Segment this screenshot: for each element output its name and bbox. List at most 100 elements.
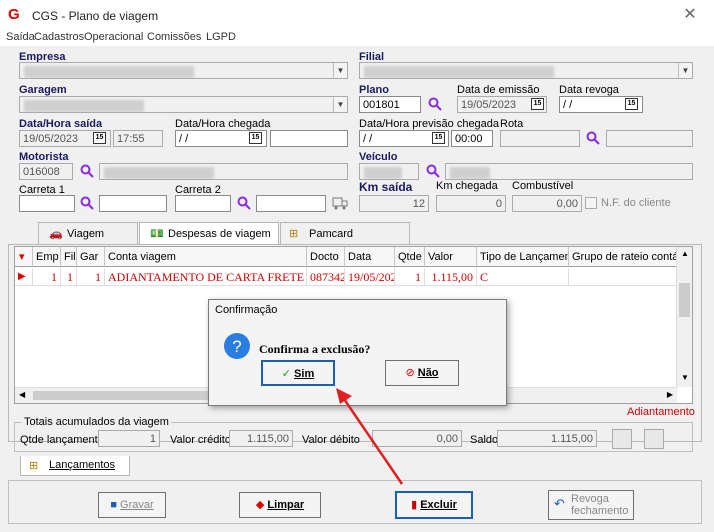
motorista-name-field[interactable]: [99, 163, 348, 180]
search-carreta1-icon[interactable]: [80, 196, 94, 210]
chevron-down-icon[interactable]: ▼: [333, 63, 347, 78]
km-chegada-field[interactable]: 0: [436, 195, 506, 212]
print-icon[interactable]: [612, 429, 632, 449]
table-cell[interactable]: C: [477, 268, 569, 286]
calendar-icon[interactable]: 15: [93, 132, 106, 144]
combustivel-field[interactable]: 0,00: [512, 195, 582, 212]
tab-viagem-label: Viagem: [67, 228, 105, 240]
km-saida-label: Km saída: [359, 180, 413, 194]
plano-field[interactable]: 001801: [359, 96, 421, 113]
scroll-up-icon[interactable]: ▲: [681, 249, 689, 258]
veiculo-desc-field[interactable]: [445, 163, 693, 180]
tab-viagem[interactable]: 🚗 Viagem: [38, 222, 138, 244]
calendar-icon[interactable]: 15: [531, 98, 544, 110]
hora-saida-field[interactable]: 17:55: [113, 130, 163, 147]
menu-cadastros[interactable]: Cadastros: [34, 31, 84, 43]
question-icon: ?: [224, 333, 250, 359]
hora-chegada-field[interactable]: [270, 130, 348, 147]
search-motorista-icon[interactable]: [80, 164, 94, 178]
search-plano-icon[interactable]: [428, 97, 442, 111]
export-icon[interactable]: [644, 429, 664, 449]
garagem-label: Garagem: [19, 84, 67, 96]
table-cell[interactable]: ADIANTAMENTO DE CARTA FRETE: [105, 268, 307, 286]
tab-pamcard[interactable]: ⊞ Pamcard: [280, 222, 410, 244]
search-veiculo-icon[interactable]: [426, 164, 440, 178]
motorista-code-field[interactable]: 016008: [19, 163, 73, 180]
sim-button[interactable]: ✓ Sim: [261, 360, 335, 386]
pamcard-icon: ⊞: [289, 228, 299, 240]
scroll-thumb[interactable]: [679, 283, 690, 317]
col-gar[interactable]: Gar: [77, 247, 105, 267]
menu-bar: Saída Cadastros Operacional Comissões LG…: [0, 30, 714, 46]
scroll-down-icon[interactable]: ▼: [681, 373, 689, 382]
nf-cliente-checkbox[interactable]: [585, 197, 597, 209]
gravar-button[interactable]: ■ Gravar: [98, 492, 166, 518]
tab-despesas-label: Despesas de viagem: [168, 228, 271, 240]
menu-lgpd[interactable]: LGPD: [206, 31, 236, 43]
tab-despesas[interactable]: 💵 Despesas de viagem: [139, 222, 279, 245]
carreta2-code-field[interactable]: [175, 195, 231, 212]
km-saida-field[interactable]: 12: [359, 195, 429, 212]
nao-button[interactable]: ⊘ Não: [385, 360, 459, 386]
rota-desc-field[interactable]: [606, 130, 693, 147]
rota-label: Rota: [500, 118, 524, 130]
rota-code-field[interactable]: [500, 130, 580, 147]
filial-select[interactable]: ▼: [359, 62, 693, 79]
table-cell[interactable]: 1: [61, 268, 77, 286]
menu-saida[interactable]: Saída: [6, 31, 35, 43]
vertical-scrollbar[interactable]: ▲ ▼: [676, 247, 692, 387]
col-qtde[interactable]: Qtde: [395, 247, 425, 267]
tab-lancamentos[interactable]: ⊞ Lançamentos: [20, 456, 130, 476]
calendar-icon[interactable]: 15: [249, 132, 262, 144]
totals-title: Totais acumulados da viagem: [22, 416, 171, 428]
svg-text:?: ?: [232, 337, 241, 356]
table-cell[interactable]: 087342: [307, 268, 345, 286]
revoga-fechamento-button[interactable]: ↶ Revoga fechamento: [548, 490, 634, 520]
garagem-select[interactable]: ▼: [19, 96, 348, 113]
table-cell[interactable]: [569, 268, 677, 286]
table-cell[interactable]: 1: [395, 268, 425, 286]
data-hora-saida-label: Data/Hora saída: [19, 118, 103, 130]
col-grupo-rateio[interactable]: Grupo de rateio contábil: [569, 247, 677, 267]
veiculo-code-field[interactable]: [359, 163, 419, 180]
col-fil[interactable]: Fil: [61, 247, 77, 267]
qtde-lancamento-label: Qtde lançamento: [20, 434, 104, 446]
scroll-left-icon[interactable]: ◀: [19, 390, 25, 399]
saldo-label: Saldo: [470, 434, 499, 446]
valor-credito-label: Valor crédito: [170, 434, 231, 446]
menu-comissoes[interactable]: Comissões: [147, 31, 201, 43]
col-tipo-lancamento[interactable]: Tipo de Lançamento: [477, 247, 569, 267]
chevron-down-icon[interactable]: ▼: [333, 97, 347, 112]
limpar-button[interactable]: ◆ Limpar: [239, 492, 321, 518]
calendar-icon[interactable]: 15: [432, 132, 445, 144]
qtde-lancamento-field: 1: [98, 430, 160, 447]
revoga-label: Revoga fechamento: [571, 493, 629, 517]
search-carreta2-icon[interactable]: [237, 196, 251, 210]
table-cell[interactable]: 19/05/2023: [345, 268, 395, 286]
empresa-select[interactable]: ▼: [19, 62, 348, 79]
carreta2-desc-field[interactable]: [256, 195, 326, 212]
saldo-field: 1.115,00: [497, 430, 597, 447]
carreta1-code-field[interactable]: [19, 195, 75, 212]
scroll-right-icon[interactable]: ▶: [667, 390, 673, 399]
hora-prev-chegada-field[interactable]: 00:00: [451, 130, 493, 147]
close-icon[interactable]: ✕: [680, 5, 700, 25]
excluir-button[interactable]: ▮ Excluir: [395, 491, 473, 519]
col-data[interactable]: Data: [345, 247, 395, 267]
row-pointer-icon: ▶: [15, 268, 33, 286]
carreta1-desc-field[interactable]: [99, 195, 167, 212]
calendar-icon[interactable]: 15: [625, 98, 638, 110]
col-valor[interactable]: Valor: [425, 247, 477, 267]
table-cell[interactable]: 1: [77, 268, 105, 286]
col-docto[interactable]: Docto: [307, 247, 345, 267]
table-cell[interactable]: 1: [33, 268, 61, 286]
search-rota-icon[interactable]: [586, 131, 600, 145]
col-emp[interactable]: Emp: [33, 247, 61, 267]
col-conta-viagem[interactable]: Conta viagem: [105, 247, 307, 267]
truck-icon[interactable]: [332, 196, 348, 210]
table-cell[interactable]: 1.115,00: [425, 268, 477, 286]
tab-bar: 🚗 Viagem 💵 Despesas de viagem ⊞ Pamcard: [8, 222, 702, 245]
veiculo-label: Veículo: [359, 151, 398, 163]
chevron-down-icon[interactable]: ▼: [678, 63, 692, 78]
menu-operacional[interactable]: Operacional: [84, 31, 143, 43]
